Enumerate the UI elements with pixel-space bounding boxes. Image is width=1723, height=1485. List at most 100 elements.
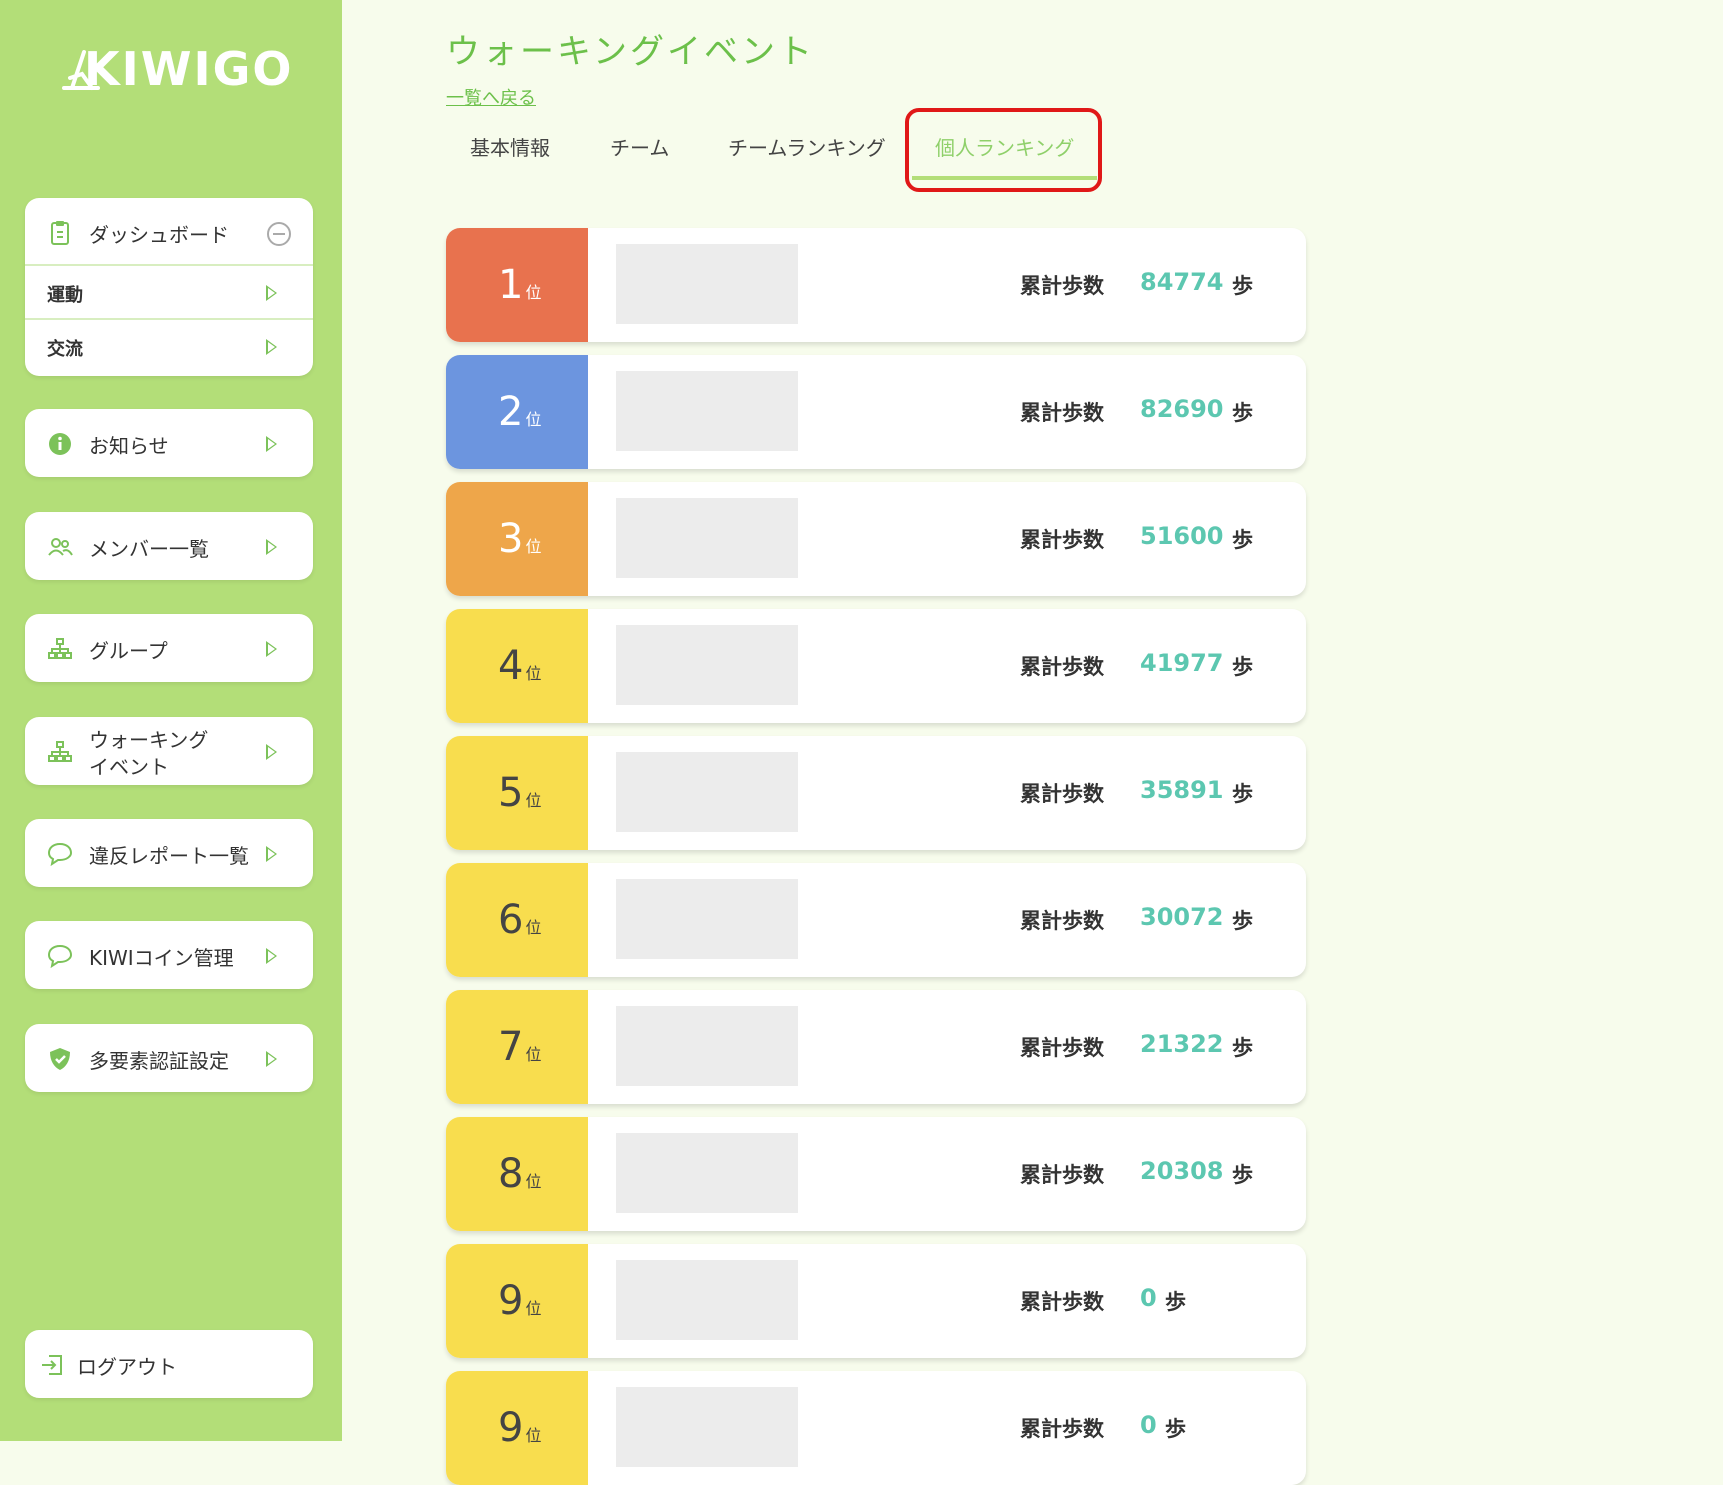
member-name-placeholder (616, 625, 798, 705)
steps-value: 21322 (1140, 1030, 1224, 1058)
steps-value: 41977 (1140, 649, 1224, 677)
sidebar: KIWIGO ダッシュボード 運動 交流 お知らせ メンバー一覧 グループ ウォ… (0, 0, 342, 1441)
chevron-right-icon (266, 846, 277, 862)
member-name-placeholder (616, 1260, 798, 1340)
member-name-placeholder (616, 1006, 798, 1086)
chevron-right-icon (266, 539, 277, 555)
tab-team-ranking[interactable]: チームランキング (728, 132, 886, 161)
rank-number: 7位 (498, 1024, 541, 1070)
member-name-placeholder (616, 1133, 798, 1213)
rank-number: 6位 (498, 897, 541, 943)
page-title: ウォーキングイベント (446, 32, 815, 72)
rank-badge: 8位 (446, 1117, 588, 1231)
steps-unit: 歩 (1232, 274, 1253, 298)
dashboard-item[interactable]: ダッシュボード (25, 198, 313, 266)
logo[interactable]: KIWIGO (62, 42, 292, 96)
dashboard-menu: ダッシュボード 運動 交流 (25, 198, 313, 376)
group-icon (48, 638, 72, 659)
sidebar-subitem-social[interactable]: 交流 (25, 318, 313, 374)
members-icon (48, 538, 73, 556)
sidebar-subitem-label: 交流 (47, 339, 83, 360)
rank-suffix: 位 (525, 918, 542, 937)
rank-value: 9 (498, 1278, 524, 1324)
sidebar-item-label: ウォーキング イベント (89, 727, 239, 781)
rank-suffix: 位 (525, 1045, 542, 1064)
sidebar-item-label: 多要素認証設定 (89, 1049, 229, 1073)
steps-unit: 歩 (1232, 528, 1253, 552)
ranking-row: 9 位 累計歩数 0 歩 (446, 1371, 1306, 1485)
rank-suffix: 位 (525, 1299, 542, 1318)
rank-badge: 6位 (446, 863, 588, 977)
chevron-right-icon (266, 436, 277, 452)
sidebar-item-mfa-settings[interactable]: 多要素認証設定 (25, 1024, 313, 1092)
rank-badge: 5位 (446, 736, 588, 850)
steps-label: 累計歩数 (1020, 274, 1104, 298)
sidebar-item-label-line2: イベント (89, 755, 169, 779)
steps-unit: 歩 (1232, 401, 1253, 425)
ranking-row: 6 位 累計歩数 30072 歩 (446, 863, 1306, 977)
member-name-placeholder (616, 1387, 798, 1467)
sidebar-item-walking-event[interactable]: ウォーキング イベント (25, 717, 313, 785)
rank-badge: 9位 (446, 1371, 588, 1485)
steps-value: 20308 (1140, 1157, 1224, 1185)
rank-badge: 9位 (446, 1244, 588, 1358)
sidebar-item-members[interactable]: メンバー一覧 (25, 512, 313, 580)
rank-value: 3 (498, 516, 524, 562)
steps-label: 累計歩数 (1020, 909, 1104, 933)
shield-icon (50, 1048, 70, 1070)
member-name-placeholder (616, 498, 798, 578)
rank-number: 1位 (498, 262, 541, 308)
speech-bubble-icon (47, 944, 73, 969)
chevron-right-icon (266, 285, 277, 301)
rank-badge: 1位 (446, 228, 588, 342)
steps-value: 84774 (1140, 268, 1224, 296)
ranking-row: 7 位 累計歩数 21322 歩 (446, 990, 1306, 1104)
steps-value: 51600 (1140, 522, 1224, 550)
rank-badge: 3位 (446, 482, 588, 596)
logout-button[interactable]: ログアウト (25, 1330, 313, 1398)
rank-badge: 2位 (446, 355, 588, 469)
rank-number: 9位 (498, 1278, 541, 1324)
steps-unit: 歩 (1232, 782, 1253, 806)
rank-suffix: 位 (525, 791, 542, 810)
rank-number: 9位 (498, 1405, 541, 1451)
rank-number: 8位 (498, 1151, 541, 1197)
steps-label: 累計歩数 (1020, 1036, 1104, 1060)
logout-icon (42, 1355, 62, 1375)
sidebar-item-label-line1: ウォーキング (89, 728, 209, 752)
tab-team[interactable]: チーム (610, 132, 669, 161)
chevron-right-icon (266, 744, 277, 760)
sidebar-item-violation-reports[interactable]: 違反レポート一覧 (25, 819, 313, 887)
steps-unit: 歩 (1232, 1036, 1253, 1060)
sidebar-subitem-exercise[interactable]: 運動 (25, 264, 313, 320)
back-to-list-link[interactable]: 一覧へ戻る (446, 84, 536, 110)
clipboard-icon (51, 221, 69, 245)
rank-badge: 4位 (446, 609, 588, 723)
sidebar-subitem-label: 運動 (47, 285, 83, 306)
sidebar-item-kiwi-coin[interactable]: KIWIコイン管理 (25, 921, 313, 989)
chevron-right-icon (266, 948, 277, 964)
rank-suffix: 位 (525, 1172, 542, 1191)
group-icon (48, 741, 72, 762)
rank-suffix: 位 (525, 1426, 542, 1445)
ranking-row: 2 位 累計歩数 82690 歩 (446, 355, 1306, 469)
tab-basic-info[interactable]: 基本情報 (470, 132, 550, 161)
chevron-right-icon (266, 339, 277, 355)
rank-number: 4位 (498, 643, 541, 689)
collapse-icon[interactable] (267, 222, 291, 246)
steps-value: 82690 (1140, 395, 1224, 423)
sidebar-item-label: KIWIコイン管理 (89, 946, 234, 970)
ranking-row: 4 位 累計歩数 41977 歩 (446, 609, 1306, 723)
steps-unit: 歩 (1232, 655, 1253, 679)
steps-label: 累計歩数 (1020, 1290, 1104, 1314)
sidebar-item-notices[interactable]: お知らせ (25, 409, 313, 477)
sidebar-item-label: 違反レポート一覧 (89, 844, 249, 868)
rank-value: 1 (498, 262, 524, 308)
sidebar-item-groups[interactable]: グループ (25, 614, 313, 682)
rank-value: 4 (498, 643, 524, 689)
rank-value: 8 (498, 1151, 524, 1197)
chevron-right-icon (266, 1051, 277, 1067)
speech-bubble-icon (47, 842, 73, 867)
member-name-placeholder (616, 371, 798, 451)
steps-label: 累計歩数 (1020, 1417, 1104, 1441)
